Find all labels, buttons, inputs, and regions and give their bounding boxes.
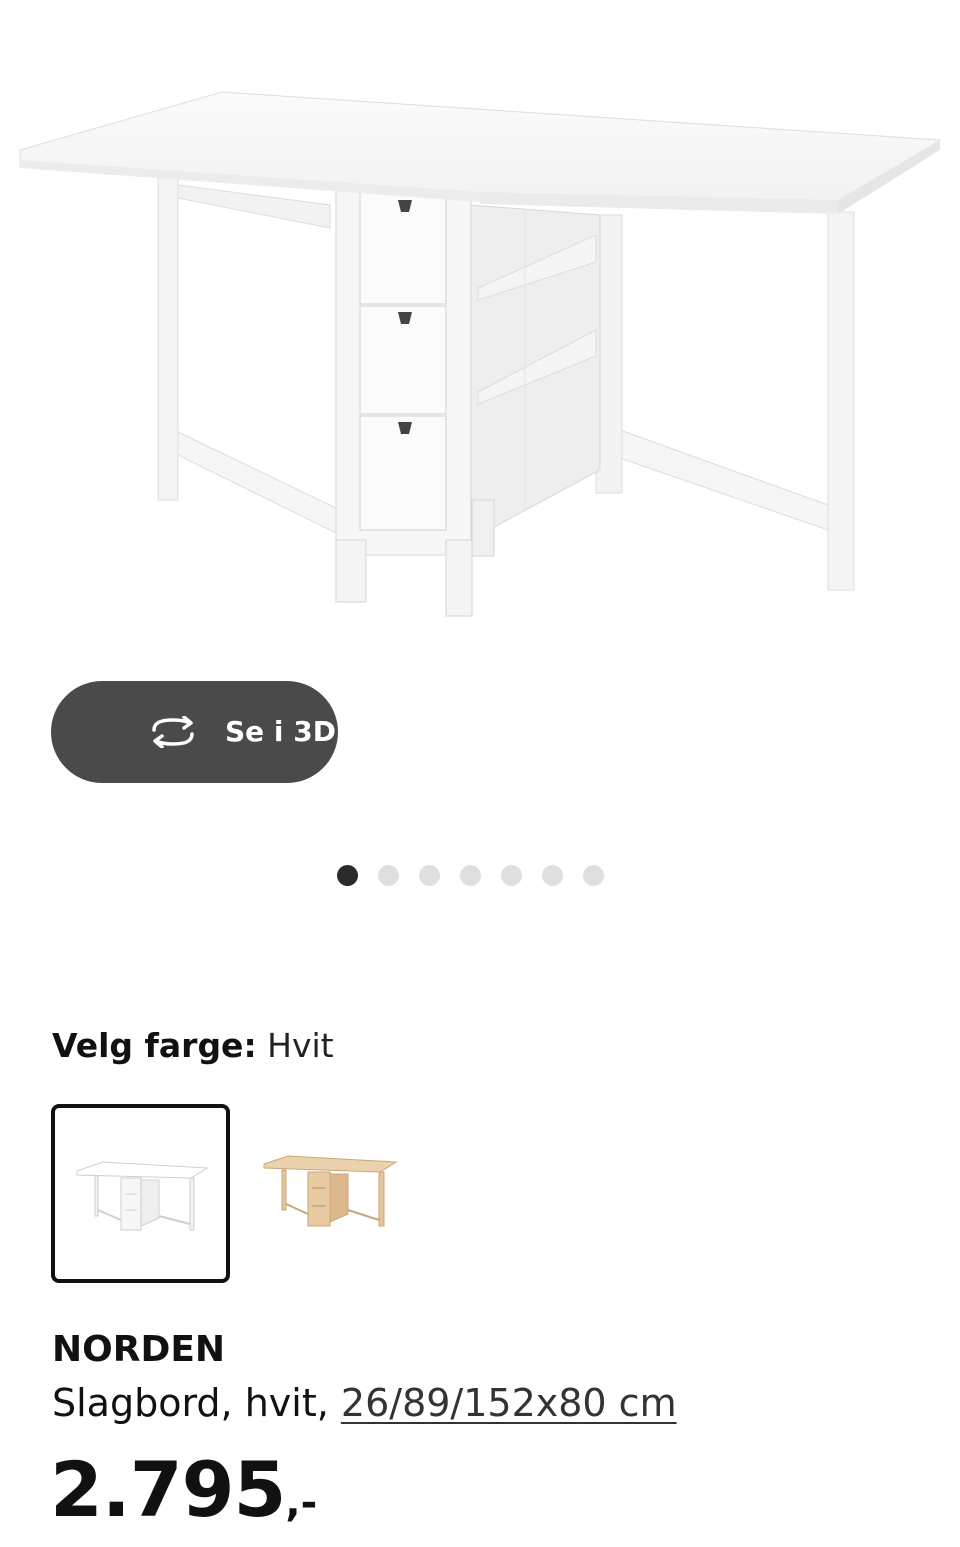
carousel-dot[interactable] bbox=[419, 865, 440, 886]
product-dimensions-link[interactable]: 26/89/152x80 cm bbox=[341, 1381, 677, 1425]
color-label-value: Hvit bbox=[267, 1026, 334, 1065]
carousel-dot[interactable] bbox=[542, 865, 563, 886]
product-image[interactable] bbox=[0, 0, 960, 640]
view-3d-label: Se i 3D bbox=[225, 715, 336, 748]
product-type: Slagbord, hvit, bbox=[52, 1381, 329, 1425]
color-swatch-birch[interactable] bbox=[246, 1104, 425, 1283]
product-description: Slagbord, hvit, 26/89/152x80 cm bbox=[52, 1379, 677, 1427]
color-label-key: Velg farge: bbox=[52, 1026, 257, 1065]
carousel-dot[interactable] bbox=[337, 865, 358, 886]
carousel-dot[interactable] bbox=[378, 865, 399, 886]
view-3d-button[interactable]: Se i 3D bbox=[51, 681, 338, 783]
product-price: 2.795,- bbox=[50, 1448, 317, 1532]
color-swatch-white[interactable] bbox=[51, 1104, 230, 1283]
rotate-3d-icon bbox=[146, 715, 200, 749]
carousel-dot[interactable] bbox=[501, 865, 522, 886]
carousel-dots bbox=[337, 865, 604, 886]
color-selector-label: Velg farge: Hvit bbox=[52, 1025, 334, 1067]
price-suffix: ,- bbox=[285, 1480, 318, 1526]
price-integer: 2.795 bbox=[50, 1445, 286, 1534]
carousel-dot[interactable] bbox=[460, 865, 481, 886]
carousel-dot[interactable] bbox=[583, 865, 604, 886]
product-name: NORDEN bbox=[52, 1329, 226, 1370]
